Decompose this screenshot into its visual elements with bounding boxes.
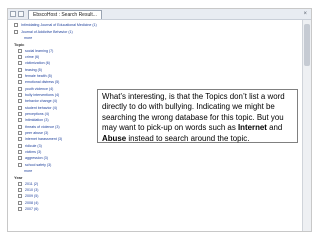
checkbox[interactable] <box>18 207 22 212</box>
checkbox[interactable] <box>18 156 22 161</box>
item-label[interactable]: female health (5) <box>25 74 52 78</box>
checkbox[interactable] <box>14 23 18 28</box>
checkbox[interactable] <box>18 143 22 148</box>
item-label[interactable]: 2009 (5) <box>25 194 38 198</box>
item-label[interactable]: crime (6) <box>25 55 39 59</box>
browser-tab[interactable]: EbscoHost : Search Result... <box>28 10 102 19</box>
item-label[interactable]: Journal of Addictive Behavior (1) <box>21 30 73 34</box>
checkbox[interactable] <box>18 99 22 104</box>
checkbox[interactable] <box>18 188 22 193</box>
checkbox[interactable] <box>18 48 22 53</box>
item-label[interactable]: behavior change (4) <box>25 99 57 103</box>
callout-line: directly to do with bullying. Indicating… <box>102 102 275 112</box>
item-label[interactable]: school safety (3) <box>25 163 51 167</box>
item-label[interactable]: 2008 (4) <box>25 201 38 205</box>
item-label[interactable]: victimization (6) <box>25 61 50 65</box>
item-label[interactable]: 2010 (3) <box>25 188 38 192</box>
callout-line: may want to pick-up on words such as Int… <box>102 123 293 133</box>
close-icon[interactable]: × <box>303 10 307 18</box>
item-label[interactable]: ridicule (3) <box>25 144 42 148</box>
item-label[interactable]: 2007 (6) <box>25 207 38 211</box>
annotation-callout: What’s interesting, is that the Topics d… <box>97 89 298 143</box>
checkbox[interactable] <box>18 150 22 155</box>
scrollbar[interactable] <box>302 20 311 231</box>
checkbox[interactable] <box>18 80 22 85</box>
checkbox[interactable] <box>18 118 22 123</box>
checkbox[interactable] <box>18 194 22 199</box>
item-label[interactable]: aggression (3) <box>25 156 48 160</box>
list-item[interactable]: 2007 (6) <box>14 206 302 212</box>
back-icon[interactable] <box>10 11 16 17</box>
forward-icon[interactable] <box>18 11 24 17</box>
browser-toolbar: EbscoHost : Search Result... × <box>8 9 311 20</box>
item-label[interactable]: perceptions (4) <box>25 112 49 116</box>
checkbox[interactable] <box>18 137 22 142</box>
checkbox[interactable] <box>18 61 22 66</box>
callout-line: What’s interesting, is that the Topics d… <box>102 92 285 101</box>
item-label[interactable]: threats of violence (3) <box>25 125 60 129</box>
checkbox[interactable] <box>18 92 22 97</box>
item-label[interactable]: bully interventions (4) <box>25 93 59 97</box>
year-heading: Year <box>14 174 23 180</box>
checkbox[interactable] <box>14 29 18 34</box>
checkbox[interactable] <box>18 124 22 129</box>
item-label[interactable]: intimidation (3) <box>25 118 49 122</box>
checkbox[interactable] <box>18 67 22 72</box>
callout-text: and <box>266 123 283 133</box>
years-list: 2011 (2) 2010 (3) 2009 (5) 2008 (4) 2007 (6) <box>14 181 302 213</box>
item-label[interactable]: victims (3) <box>25 150 41 154</box>
more-link[interactable]: more <box>14 169 32 173</box>
keyword-abuse: Abuse <box>102 133 127 143</box>
subjects-heading: Topic <box>14 41 25 47</box>
tab-title: EbscoHost : Search Result... <box>33 12 97 18</box>
item-label[interactable]: student behavior (4) <box>25 106 57 110</box>
checkbox[interactable] <box>18 131 22 136</box>
item-label[interactable]: peer abuse (3) <box>25 131 48 135</box>
item-label[interactable]: internet harassment (3) <box>25 137 62 141</box>
checkbox[interactable] <box>18 54 22 59</box>
scrollbar-thumb[interactable] <box>304 24 310 66</box>
item-label[interactable]: teasing (5) <box>25 68 42 72</box>
callout-text: may want to pick-up on words such as <box>102 123 238 133</box>
item-label[interactable]: Intimidating Journal of Educational Medi… <box>21 23 97 27</box>
checkbox[interactable] <box>18 86 22 91</box>
item-label[interactable]: youth violence (4) <box>25 87 53 91</box>
keyword-internet: Internet <box>237 123 267 133</box>
callout-line: searching the wrong database for this to… <box>102 112 284 122</box>
item-label[interactable]: emotional distress (5) <box>25 80 59 84</box>
item-label[interactable]: social learning (7) <box>25 49 53 53</box>
checkbox[interactable] <box>18 111 22 116</box>
item-label[interactable]: 2011 (2) <box>25 182 38 186</box>
callout-line: Abuse instead to search around the topic… <box>102 134 293 144</box>
checkbox[interactable] <box>18 162 22 167</box>
callout-text: instead to search around the topic. <box>126 133 250 143</box>
nav-buttons <box>10 11 24 17</box>
checkbox[interactable] <box>18 105 22 110</box>
checkbox[interactable] <box>18 200 22 205</box>
checkbox[interactable] <box>18 73 22 78</box>
more-link[interactable]: more <box>14 36 32 40</box>
checkbox[interactable] <box>18 181 22 186</box>
